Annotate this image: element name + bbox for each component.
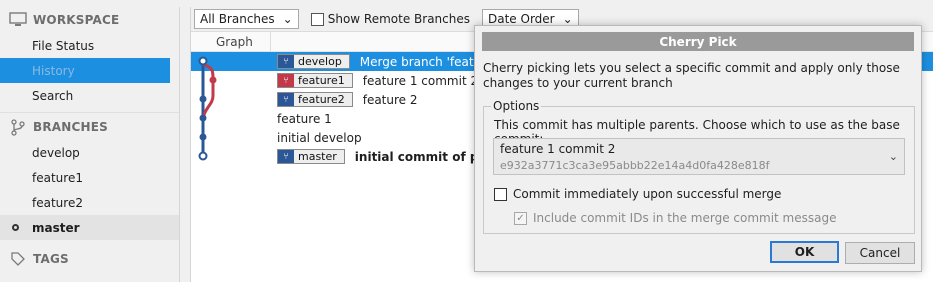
branch-label-text: develop: [298, 55, 342, 68]
sidebar-item-develop[interactable]: develop: [0, 140, 179, 165]
dialog-title: Cherry Pick: [482, 32, 914, 51]
show-remote-label: Show Remote Branches: [327, 12, 470, 26]
options-legend: Options: [491, 99, 542, 113]
branches-header: BRANCHES: [0, 114, 179, 140]
branch-icon: [8, 118, 28, 136]
tags-header: TAGS: [0, 246, 179, 272]
sidebar-item-search[interactable]: Search: [0, 83, 179, 108]
chevron-down-icon: ⌄: [282, 12, 293, 26]
commit-immediately-checkbox[interactable]: Commit immediately upon successful merge: [494, 187, 781, 201]
commit-message: feature 1 commit 2: [362, 73, 479, 88]
branch-label-text: master: [298, 150, 337, 163]
monitor-icon: [8, 11, 28, 29]
branch-icon: ⑂: [278, 55, 294, 68]
workspace-header: WORKSPACE: [0, 7, 179, 33]
branch-icon: ⑂: [278, 93, 294, 106]
sidebar-item-file-status[interactable]: File Status: [0, 33, 179, 58]
show-remote-checkbox[interactable]: Show Remote Branches: [310, 12, 470, 26]
commit-message: feature 1: [277, 111, 332, 126]
sidebar-item-feature2[interactable]: feature2: [0, 190, 179, 215]
branch-label-feature2: ⑂ feature2: [277, 92, 353, 107]
branch-label-text: feature2: [298, 93, 345, 106]
commit-immediately-label: Commit immediately upon successful merge: [513, 187, 782, 201]
dialog-description: Cherry picking lets you select a specifi…: [483, 61, 900, 90]
sidebar-divider: [0, 112, 179, 113]
order-value: Date Order: [488, 12, 555, 26]
commit-message: feature 2: [362, 92, 418, 107]
branch-filter-value: All Branches: [200, 12, 275, 26]
checkbox-box: [310, 12, 324, 26]
branch-label-master: ⑂ master: [277, 149, 345, 164]
branches-header-label: BRANCHES: [33, 120, 109, 134]
branch-filter-dropdown[interactable]: All Branches ⌄: [194, 9, 299, 29]
sidebar-item-history[interactable]: History: [0, 58, 170, 83]
cancel-button[interactable]: Cancel: [845, 242, 915, 264]
sidebar: WORKSPACE File Status History Search BRA…: [0, 7, 180, 282]
commit-node: [198, 56, 208, 66]
chevron-down-icon: ⌄: [562, 12, 573, 26]
checkbox-box: [494, 187, 507, 201]
commit-message: initial develop: [277, 130, 362, 145]
selected-parent-hash: e932a3771c3ca3e95abbb22e14a4d0fa428e818f: [500, 159, 770, 172]
check-icon: ✓: [514, 211, 527, 225]
options-group: Options This commit has multiple parents…: [483, 99, 915, 234]
sidebar-item-master[interactable]: master: [0, 215, 179, 240]
commit-node: [209, 76, 217, 84]
ok-button[interactable]: OK: [770, 241, 839, 263]
graph-column-header[interactable]: Graph: [191, 32, 271, 51]
commit-message: Merge branch 'featur: [359, 54, 487, 69]
commit-node: [199, 95, 207, 103]
commit-node: [198, 151, 208, 161]
chevron-down-icon: ⌄: [888, 150, 898, 163]
commit-node: [199, 133, 207, 141]
tag-icon: [8, 250, 28, 268]
branch-label-text: feature1: [298, 74, 345, 87]
branch-label-develop: ⑂ develop: [277, 54, 350, 69]
current-branch-icon: [12, 224, 19, 231]
cherry-pick-dialog: Cherry Pick Cherry picking lets you sele…: [474, 25, 922, 272]
selected-parent-message: feature 1 commit 2: [500, 142, 616, 156]
branch-label-feature1: ⑂ feature1: [277, 73, 353, 88]
include-ids-label: Include commit IDs in the merge commit m…: [533, 211, 837, 225]
sidebar-item-feature1[interactable]: feature1: [0, 165, 179, 190]
commit-message: initial commit of pr: [354, 149, 485, 164]
tags-header-label: TAGS: [33, 252, 69, 266]
commit-graph: [198, 56, 217, 161]
branch-icon: ⑂: [278, 150, 294, 163]
sidebar-item-master-label: master: [32, 220, 80, 235]
include-ids-checkbox[interactable]: ✓ Include commit IDs in the merge commit…: [514, 211, 837, 225]
branch-icon: ⑂: [278, 74, 294, 87]
workspace-header-label: WORKSPACE: [33, 13, 120, 27]
base-parent-dropdown[interactable]: feature 1 commit 2 e932a3771c3ca3e95abbb…: [493, 138, 905, 175]
commit-node: [199, 114, 207, 122]
